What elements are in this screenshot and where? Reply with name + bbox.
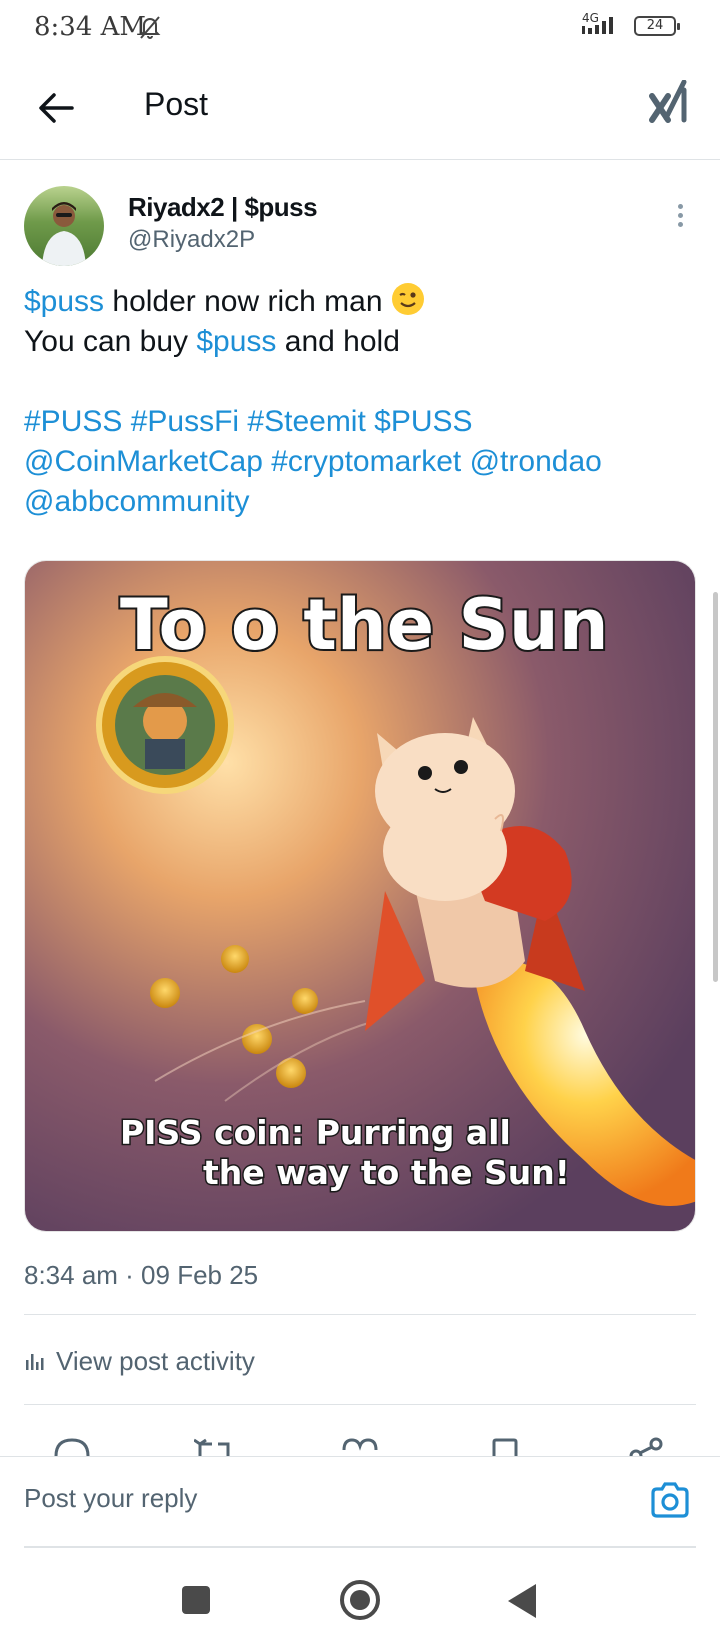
reply-input[interactable] <box>24 1483 584 1514</box>
author-handle[interactable]: @Riyadx2P <box>128 226 255 254</box>
post-text-line <box>24 362 684 402</box>
coin-emblem <box>96 656 234 794</box>
post-image[interactable]: To o the Sun PISS coin: Purring all the … <box>24 560 696 1232</box>
system-back-button[interactable] <box>508 1584 536 1618</box>
avatar[interactable] <box>24 186 104 266</box>
image-headline: To o the Sun <box>120 584 609 666</box>
grok-icon[interactable] <box>648 79 692 129</box>
post-header: Post <box>0 56 720 160</box>
post-link[interactable]: #PUSS #PussFi #Steemit $PUSS <box>24 405 473 438</box>
divider <box>24 1404 696 1405</box>
signal-icon <box>582 16 618 41</box>
post-text-line: You can buy $puss and hold <box>24 322 684 362</box>
post-text-line: $puss holder now rich man <box>24 282 684 322</box>
post-timestamp: 8:34 am · 09 Feb 25 <box>24 1260 259 1290</box>
divider <box>24 1314 696 1315</box>
more-dot-icon <box>677 222 683 227</box>
post-link[interactable]: @CoinMarketCap #cryptomarket @trondao <box>24 445 602 478</box>
back-button[interactable] <box>30 82 82 134</box>
post-link[interactable]: $puss <box>24 285 104 318</box>
reply-underline <box>24 1546 696 1548</box>
page-title: Post <box>144 86 209 122</box>
system-nav-bar <box>0 1550 720 1650</box>
more-dot-icon <box>677 204 683 209</box>
image-caption-line1: PISS coin: Purring all <box>120 1113 511 1152</box>
post-link[interactable]: @abbcommunity <box>24 485 250 518</box>
scrollbar[interactable] <box>713 592 718 982</box>
share-icon[interactable] <box>626 1436 666 1456</box>
post-text-line: #PUSS #PussFi #Steemit $PUSS <box>24 402 684 442</box>
reply-bar <box>0 1456 720 1548</box>
camera-button[interactable] <box>650 1481 690 1524</box>
status-time: 8:34 AM <box>34 12 147 42</box>
bookmark-icon[interactable] <box>486 1436 526 1456</box>
post-text-segment: and hold <box>276 325 400 358</box>
view-post-activity-button[interactable]: View post activity <box>24 1336 255 1386</box>
post-text-segment: You can buy <box>24 325 197 358</box>
battery-icon: 24 <box>634 16 680 36</box>
post-text-segment: holder now rich man <box>104 285 391 318</box>
post-text: $puss holder now rich man You can buy $p… <box>24 282 684 522</box>
action-bar <box>0 1436 720 1456</box>
post-link[interactable]: $puss <box>196 325 276 358</box>
camera-icon <box>651 1482 689 1518</box>
image-caption-line2: the way to the Sun! <box>203 1153 570 1192</box>
arrow-left-icon <box>39 93 74 123</box>
bar-chart-icon <box>26 1354 44 1370</box>
wink-emoji-icon <box>391 283 424 315</box>
author-name[interactable]: Riyadx2 | $puss <box>128 192 318 223</box>
reply-icon[interactable] <box>52 1436 92 1456</box>
recents-button[interactable] <box>182 1586 210 1614</box>
like-icon[interactable] <box>340 1436 380 1456</box>
bell-off-icon <box>138 14 162 45</box>
post-text-line: @CoinMarketCap #cryptomarket @trondao <box>24 442 684 482</box>
activity-label: View post activity <box>56 1345 255 1376</box>
post-text-line: @abbcommunity <box>24 482 684 522</box>
repost-icon[interactable] <box>194 1436 234 1456</box>
more-dot-icon <box>677 213 683 218</box>
status-bar: 8:34 AM 4G 24 <box>0 0 720 56</box>
more-options-button[interactable] <box>668 200 692 236</box>
home-button[interactable] <box>340 1580 380 1620</box>
